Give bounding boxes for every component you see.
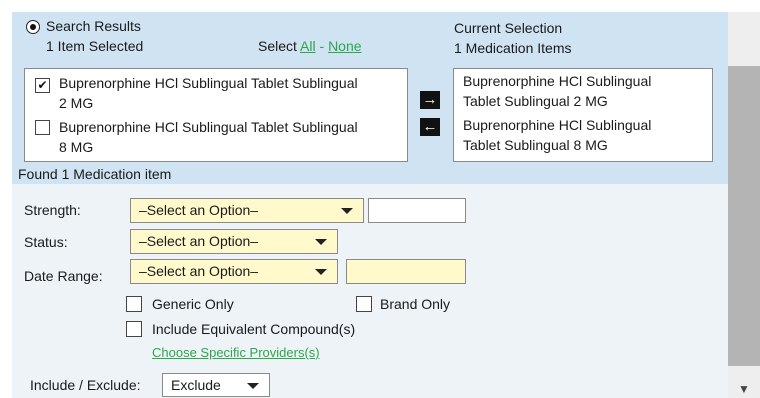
selection-item-2-line1: Buprenorphine HCl Sublingual [463,117,652,133]
chevron-down-icon [341,208,353,214]
date-range-select-value: –Select an Option– [139,263,259,279]
selection-item-1-line2: Tablet Sublingual 2 MG [463,93,608,109]
status-label: Status: [24,234,68,250]
include-equivalent-label: Include Equivalent Compound(s) [152,321,356,337]
current-selection-count: 1 Medication Items [454,40,572,56]
search-results-radio[interactable] [26,20,40,34]
generic-only-label: Generic Only [152,296,234,312]
add-to-selection-button[interactable]: → [420,91,440,109]
include-equivalent-checkbox[interactable] [126,321,142,337]
choose-providers-link[interactable]: Choose Specific Providers(s) [152,345,320,360]
scroll-down-icon[interactable]: ▼ [732,382,756,396]
select-separator: - [319,38,325,54]
result-checkbox-2[interactable] [35,120,50,135]
status-select[interactable]: –Select an Option– [130,229,338,254]
result-item-2-line2: 8 MG [59,139,94,155]
date-range-input[interactable] [346,259,466,284]
search-results-list[interactable]: ✔ Buprenorphine HCl Sublingual Tablet Su… [24,68,408,162]
select-all-link[interactable]: All [300,38,316,54]
selection-item-2-line2: Tablet Sublingual 8 MG [463,137,608,153]
include-exclude-value: Exclude [171,377,221,393]
date-range-label: Date Range: [24,268,103,284]
current-selection-list[interactable]: Buprenorphine HCl Sublingual Tablet Subl… [453,68,713,162]
select-all-none: Select All - None [258,38,362,54]
found-count-text: Found 1 Medication item [18,166,172,182]
strength-label: Strength: [24,202,81,218]
result-item-1-line2: 2 MG [59,95,94,111]
select-prefix: Select [258,38,297,54]
result-checkbox-1[interactable]: ✔ [35,78,50,93]
brand-only-label: Brand Only [380,296,451,312]
result-item-2-line1: Buprenorphine HCl Sublingual Tablet Subl… [59,119,358,135]
result-item-1-line1: Buprenorphine HCl Sublingual Tablet Subl… [59,75,358,91]
status-select-value: –Select an Option– [139,233,259,249]
chevron-down-icon [315,269,327,275]
current-selection-header: Current Selection [454,20,563,36]
chevron-down-icon [315,239,327,245]
chevron-down-icon [247,383,259,389]
strength-select-value: –Select an Option– [139,202,259,218]
include-exclude-select[interactable]: Exclude [162,373,270,397]
selection-item-1-line1: Buprenorphine HCl Sublingual [463,73,652,89]
strength-select[interactable]: –Select an Option– [130,198,364,223]
select-none-link[interactable]: None [328,38,361,54]
brand-only-checkbox[interactable] [356,296,372,312]
items-selected-count: 1 Item Selected [46,38,144,54]
scrollbar-thumb[interactable] [728,66,760,366]
remove-from-selection-button[interactable]: ← [420,118,440,136]
strength-input[interactable] [368,198,466,223]
include-exclude-label: Include / Exclude: [30,377,141,393]
generic-only-checkbox[interactable] [126,296,142,312]
search-results-header: Search Results [46,18,141,34]
date-range-select[interactable]: –Select an Option– [130,259,338,284]
